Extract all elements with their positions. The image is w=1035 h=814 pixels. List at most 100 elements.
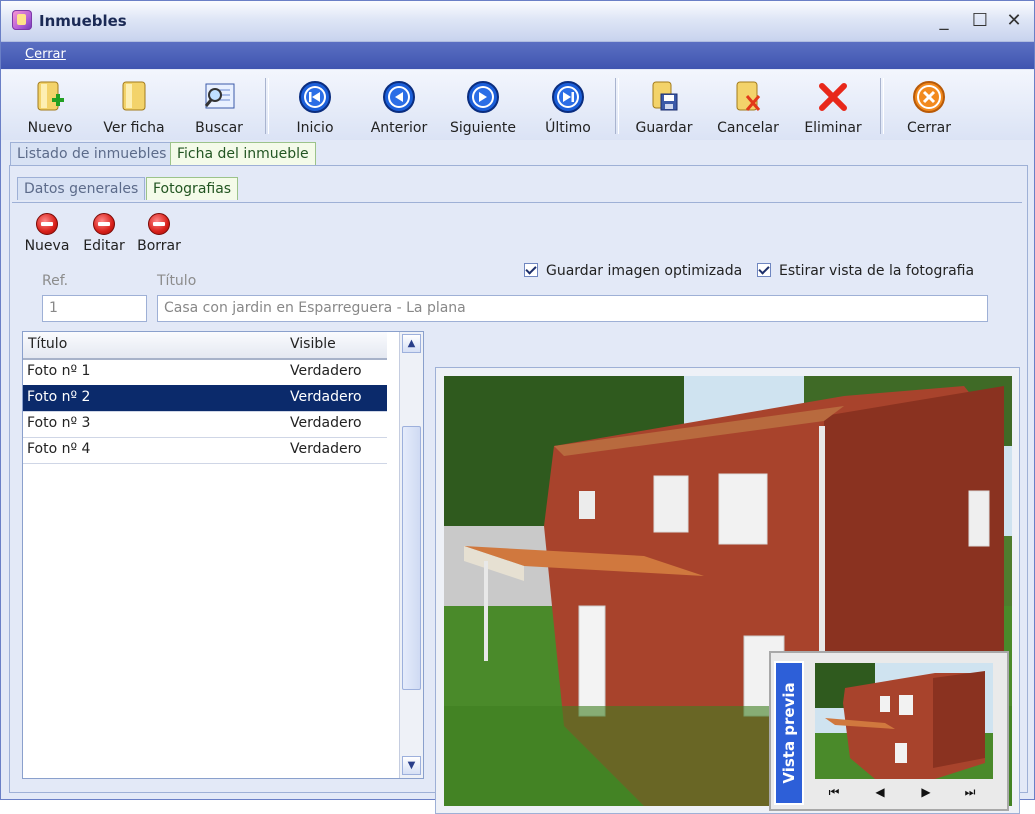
new-document-icon bbox=[33, 80, 67, 114]
first-label: Inicio bbox=[296, 120, 334, 136]
edit-icon bbox=[93, 213, 115, 235]
save-button[interactable]: Guardar bbox=[624, 76, 704, 138]
photos-panel: Nueva Editar Borrar Guardar imagen optim… bbox=[12, 202, 1022, 814]
column-header-title[interactable]: Título bbox=[28, 336, 67, 352]
save-icon bbox=[647, 80, 681, 114]
table-row[interactable]: Foto nº 1 Verdadero bbox=[23, 359, 387, 386]
menu-bar: Cerrar bbox=[1, 42, 1034, 69]
save-optimized-checkbox[interactable] bbox=[524, 263, 538, 277]
view-document-icon bbox=[117, 80, 151, 114]
delete-icon bbox=[816, 80, 850, 114]
cancel-button[interactable]: Cancelar bbox=[708, 76, 788, 138]
first-icon[interactable]: ⏮ bbox=[823, 785, 845, 800]
row-visible: Verdadero bbox=[290, 441, 362, 457]
title-bar[interactable]: Inmuebles _ ☐ ✕ bbox=[1, 1, 1034, 42]
search-button[interactable]: Buscar bbox=[179, 76, 259, 138]
preview-navigation: ⏮ ◀ ▶ ⏭ bbox=[815, 781, 993, 805]
menu-item-cerrar[interactable]: Cerrar bbox=[25, 47, 66, 62]
delete-button[interactable]: Eliminar bbox=[793, 76, 873, 138]
preview-panel: Vista previa ⏮ ◀ ▶ ⏭ bbox=[769, 651, 1009, 811]
window-title: Inmuebles bbox=[39, 12, 127, 30]
tab-datos-generales[interactable]: Datos generales bbox=[17, 177, 146, 200]
previous-icon[interactable]: ◀ bbox=[869, 785, 891, 799]
save-optimized-label: Guardar imagen optimizada bbox=[546, 263, 743, 279]
search-label: Buscar bbox=[195, 120, 243, 136]
record-panel: Datos generales Fotografias Nueva Editar… bbox=[9, 165, 1028, 814]
table-row[interactable]: Foto nº 4 Verdadero bbox=[23, 437, 387, 464]
view-record-button[interactable]: Ver ficha bbox=[94, 76, 174, 138]
minimize-button[interactable]: _ bbox=[931, 9, 957, 33]
tab-fotografias[interactable]: Fotografias bbox=[146, 177, 239, 200]
new-photo-button[interactable]: Nueva bbox=[21, 213, 73, 261]
new-button[interactable]: Nuevo bbox=[10, 76, 90, 138]
row-title: Foto nº 3 bbox=[27, 415, 91, 431]
stretch-view-checkbox[interactable] bbox=[757, 263, 771, 277]
first-icon bbox=[298, 80, 332, 114]
last-label: Último bbox=[545, 120, 591, 136]
first-button[interactable]: Inicio bbox=[275, 76, 355, 138]
tab-listado[interactable]: Listado de inmuebles bbox=[10, 142, 174, 165]
app-window: Inmuebles _ ☐ ✕ Cerrar Nuevo Ver ficha B… bbox=[0, 0, 1035, 814]
last-icon[interactable]: ⏭ bbox=[959, 785, 981, 800]
row-title: Foto nº 4 bbox=[27, 441, 91, 457]
new-photo-label: Nueva bbox=[24, 238, 70, 254]
photo-viewer: Vista previa ⏮ ◀ ▶ ⏭ bbox=[435, 367, 1020, 814]
grid-header: Título Visible bbox=[23, 332, 387, 360]
cancel-icon bbox=[731, 80, 765, 114]
view-record-label: Ver ficha bbox=[103, 120, 165, 136]
app-icon bbox=[12, 10, 32, 30]
new-button-label: Nuevo bbox=[27, 120, 73, 136]
stretch-view-option[interactable]: Estirar vista de la fotografia bbox=[757, 263, 974, 279]
stretch-view-label: Estirar vista de la fotografia bbox=[779, 263, 975, 279]
preview-thumbnail bbox=[815, 663, 993, 779]
table-row[interactable]: Foto nº 3 Verdadero bbox=[23, 411, 387, 438]
close-window-button[interactable]: ✕ bbox=[1001, 9, 1027, 33]
next-icon bbox=[466, 80, 500, 114]
edit-photo-label: Editar bbox=[83, 238, 125, 254]
save-optimized-option[interactable]: Guardar imagen optimizada bbox=[524, 263, 742, 279]
previous-icon bbox=[382, 80, 416, 114]
toolbar-separator bbox=[880, 78, 884, 134]
close-button[interactable]: Cerrar bbox=[889, 76, 969, 138]
row-visible: Verdadero bbox=[290, 389, 362, 405]
ref-label: Ref. bbox=[42, 273, 69, 289]
close-icon bbox=[912, 80, 946, 114]
row-title: Foto nº 2 bbox=[27, 389, 91, 405]
column-header-visible[interactable]: Visible bbox=[290, 336, 336, 352]
add-icon bbox=[36, 213, 58, 235]
row-title: Foto nº 1 bbox=[27, 363, 91, 379]
preview-tab[interactable]: Vista previa bbox=[774, 661, 804, 805]
row-visible: Verdadero bbox=[290, 415, 362, 431]
previous-button[interactable]: Anterior bbox=[359, 76, 439, 138]
scroll-down-button[interactable]: ▼ bbox=[402, 756, 421, 775]
photo-list: Título Visible Foto nº 1 Verdadero Foto … bbox=[22, 331, 424, 779]
maximize-button[interactable]: ☐ bbox=[967, 9, 993, 33]
title-label: Título bbox=[157, 273, 197, 289]
preview-tab-label: Vista previa bbox=[780, 682, 798, 784]
tab-ficha[interactable]: Ficha del inmueble bbox=[170, 142, 316, 165]
delete-photo-label: Borrar bbox=[137, 238, 181, 254]
next-icon[interactable]: ▶ bbox=[915, 785, 937, 799]
delete-label: Eliminar bbox=[804, 120, 862, 136]
last-icon bbox=[551, 80, 585, 114]
search-icon bbox=[202, 80, 236, 114]
next-button[interactable]: Siguiente bbox=[443, 76, 523, 138]
scroll-up-button[interactable]: ▲ bbox=[402, 334, 421, 353]
remove-icon bbox=[148, 213, 170, 235]
title-field[interactable]: Casa con jardin en Esparreguera - La pla… bbox=[157, 295, 988, 322]
table-row[interactable]: Foto nº 2 Verdadero bbox=[23, 385, 387, 412]
row-visible: Verdadero bbox=[290, 363, 362, 379]
vertical-scrollbar[interactable]: ▲ ▼ bbox=[399, 332, 423, 778]
save-label: Guardar bbox=[635, 120, 693, 136]
last-button[interactable]: Último bbox=[528, 76, 608, 138]
edit-photo-button[interactable]: Editar bbox=[78, 213, 130, 261]
previous-label: Anterior bbox=[370, 120, 428, 136]
delete-photo-button[interactable]: Borrar bbox=[133, 213, 185, 261]
toolbar: Nuevo Ver ficha Buscar Inicio Anterior S… bbox=[1, 70, 1034, 140]
scroll-thumb[interactable] bbox=[402, 426, 421, 690]
ref-field[interactable]: 1 bbox=[42, 295, 147, 322]
next-label: Siguiente bbox=[449, 120, 516, 136]
toolbar-separator bbox=[615, 78, 619, 134]
close-label: Cerrar bbox=[907, 120, 951, 136]
cancel-label: Cancelar bbox=[717, 120, 779, 136]
